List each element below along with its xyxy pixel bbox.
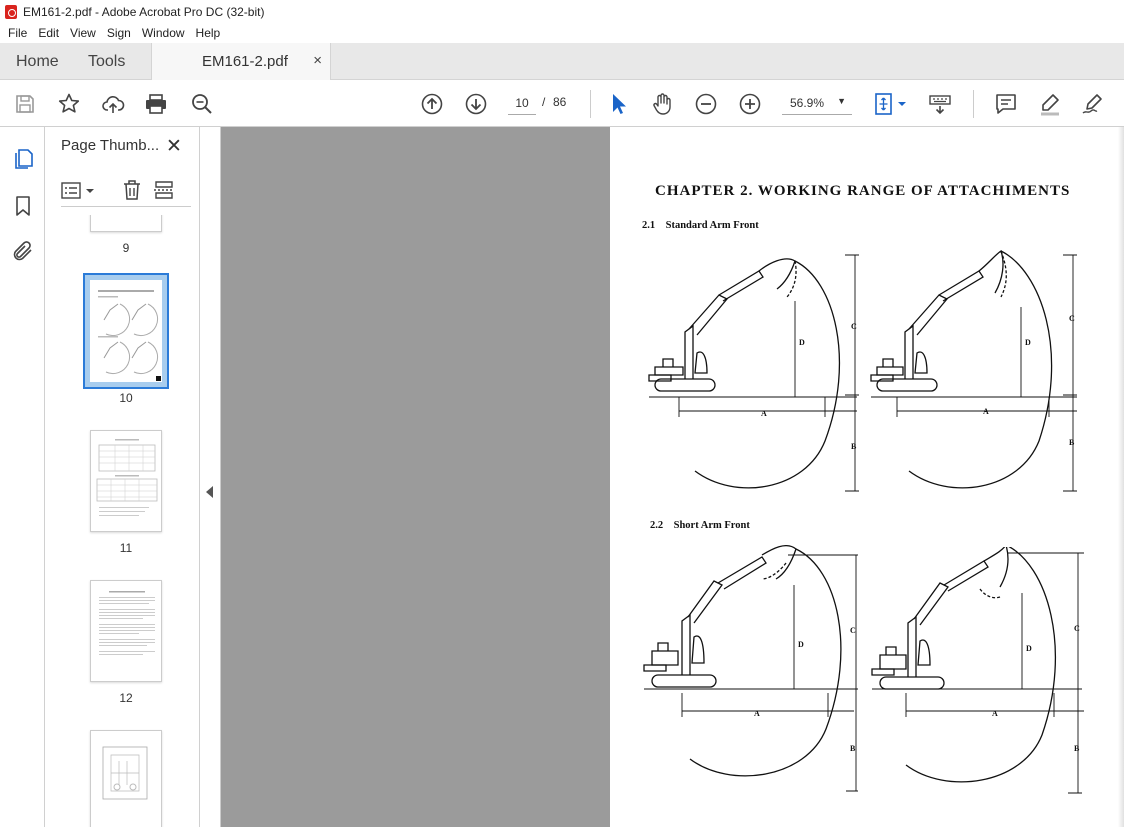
bookmark-star-icon[interactable] bbox=[57, 92, 81, 116]
excavator-diagram-short-2: A B C D bbox=[871, 547, 1084, 794]
thumbnail-image bbox=[90, 280, 162, 382]
thumbnails-panel-title: Page Thumb... bbox=[61, 137, 160, 154]
thumbnail-number: 9 bbox=[122, 241, 130, 255]
excavator-diagram-standard-2: A B C D bbox=[870, 249, 1077, 492]
title-bar: EM161-2.pdf - Adobe Acrobat Pro DC (32-b… bbox=[0, 0, 1124, 23]
thumbnail-page-11[interactable] bbox=[90, 430, 162, 532]
menu-bar: File Edit View Sign Window Help bbox=[0, 23, 1124, 43]
toolbar-divider bbox=[590, 90, 591, 118]
window-title: EM161-2.pdf - Adobe Acrobat Pro DC (32-b… bbox=[23, 4, 265, 19]
dimension-label-a: A bbox=[992, 709, 998, 718]
thumbnails-list: 9 10 11 12 bbox=[45, 215, 182, 827]
section-heading-2-1: 2.1 Standard Arm Front bbox=[642, 220, 759, 231]
dimension-label-c: C bbox=[1074, 624, 1080, 633]
toolbar-divider bbox=[973, 90, 974, 118]
panel-collapse-handle[interactable] bbox=[200, 127, 221, 827]
chapter-title: CHAPTER 2. WORKING RANGE OF ATTACHIMENTS bbox=[655, 183, 1071, 199]
dimension-label-d: D bbox=[799, 338, 805, 347]
zoom-select[interactable]: 56.9% ▼ bbox=[782, 91, 852, 115]
dimension-label-b: B bbox=[850, 744, 856, 753]
zoom-out-icon[interactable] bbox=[694, 92, 718, 116]
attachments-icon[interactable] bbox=[11, 239, 35, 263]
dimension-label-d: D bbox=[1026, 644, 1032, 653]
section-number: 2.1 bbox=[642, 220, 656, 231]
thumbnail-page-12[interactable] bbox=[90, 580, 162, 682]
menu-file[interactable]: File bbox=[8, 26, 27, 40]
section-heading-2-2: 2.2 Short Arm Front bbox=[650, 520, 750, 531]
thumbnail-number: 11 bbox=[119, 541, 133, 555]
page-total: 86 bbox=[553, 95, 567, 109]
thumbnails-options-row bbox=[61, 179, 191, 207]
menu-sign[interactable]: Sign bbox=[107, 26, 131, 40]
acrobat-icon bbox=[5, 4, 17, 19]
dimension-label-c: C bbox=[850, 626, 856, 635]
highlight-icon[interactable] bbox=[1038, 92, 1062, 116]
excavator-diagram-standard-1: A B C D bbox=[648, 254, 859, 492]
section-number: 2.2 bbox=[650, 520, 664, 531]
save-icon[interactable] bbox=[13, 92, 37, 116]
section-title: Standard Arm Front bbox=[665, 220, 759, 231]
dimension-label-b: B bbox=[1074, 744, 1080, 753]
page-edge bbox=[1118, 127, 1124, 827]
dimension-label-d: D bbox=[798, 640, 804, 649]
menu-edit[interactable]: Edit bbox=[38, 26, 59, 40]
thumbnail-page-9[interactable] bbox=[90, 215, 162, 232]
zoom-search-icon[interactable] bbox=[190, 92, 214, 116]
excavator-diagram-short-1: A B C D bbox=[643, 545, 858, 792]
tab-document-label: EM161-2.pdf bbox=[202, 53, 288, 70]
toolbar: / 86 56.9% ▼ bbox=[0, 80, 1124, 127]
page-fit-icon[interactable] bbox=[873, 92, 909, 116]
menu-help[interactable]: Help bbox=[196, 26, 221, 40]
keyboard-scroll-icon[interactable] bbox=[928, 92, 952, 116]
thumbnail-options-icon[interactable] bbox=[61, 181, 95, 201]
thumbnails-panel: Page Thumb... ✕ 9 10 11 12 bbox=[45, 127, 200, 827]
dimension-label-a: A bbox=[761, 409, 767, 418]
thumbnail-number: 12 bbox=[119, 691, 133, 705]
extract-pages-icon[interactable] bbox=[153, 179, 175, 201]
prev-page-icon[interactable] bbox=[420, 92, 444, 116]
dimension-label-c: C bbox=[851, 322, 857, 331]
tab-close-icon[interactable]: × bbox=[313, 52, 322, 69]
bookmarks-icon[interactable] bbox=[11, 194, 35, 218]
thumbnail-page-10[interactable] bbox=[83, 273, 169, 389]
dimension-label-a: A bbox=[754, 709, 760, 718]
left-rail bbox=[0, 127, 45, 827]
menu-window[interactable]: Window bbox=[142, 26, 185, 40]
dimension-label-b: B bbox=[1069, 438, 1075, 447]
hand-tool-icon[interactable] bbox=[650, 92, 674, 116]
comment-icon[interactable] bbox=[994, 92, 1018, 116]
tab-bar: Home Tools EM161-2.pdf × bbox=[0, 43, 1124, 80]
delete-page-icon[interactable] bbox=[121, 179, 143, 201]
dimension-label-c: C bbox=[1069, 314, 1075, 323]
cloud-upload-icon[interactable] bbox=[101, 92, 125, 116]
next-page-icon[interactable] bbox=[464, 92, 488, 116]
thumbnail-page-13[interactable] bbox=[90, 730, 162, 827]
close-icon[interactable]: ✕ bbox=[166, 135, 182, 158]
tab-tools[interactable]: Tools bbox=[88, 53, 125, 71]
print-icon[interactable] bbox=[144, 92, 168, 116]
tab-home[interactable]: Home bbox=[16, 53, 59, 71]
section-title: Short Arm Front bbox=[673, 520, 750, 531]
zoom-value: 56.9% bbox=[790, 96, 825, 110]
chevron-down-icon: ▼ bbox=[837, 96, 846, 106]
zoom-in-icon[interactable] bbox=[738, 92, 762, 116]
menu-view[interactable]: View bbox=[70, 26, 96, 40]
page-thumbnails-icon[interactable] bbox=[11, 147, 35, 171]
collapse-arrow-icon bbox=[206, 486, 213, 498]
select-cursor-icon[interactable] bbox=[607, 92, 631, 116]
page-number-input[interactable] bbox=[508, 91, 536, 115]
page-separator: / bbox=[542, 95, 546, 109]
tab-document[interactable]: EM161-2.pdf × bbox=[151, 43, 331, 80]
dimension-label-a: A bbox=[983, 407, 989, 416]
dimension-label-d: D bbox=[1025, 338, 1031, 347]
thumbnail-number: 10 bbox=[119, 391, 133, 405]
dimension-label-b: B bbox=[851, 442, 857, 451]
document-view[interactable]: CHAPTER 2. WORKING RANGE OF ATTACHIMENTS… bbox=[221, 127, 1124, 827]
pdf-page: CHAPTER 2. WORKING RANGE OF ATTACHIMENTS… bbox=[610, 127, 1124, 827]
sign-icon[interactable] bbox=[1081, 92, 1105, 116]
